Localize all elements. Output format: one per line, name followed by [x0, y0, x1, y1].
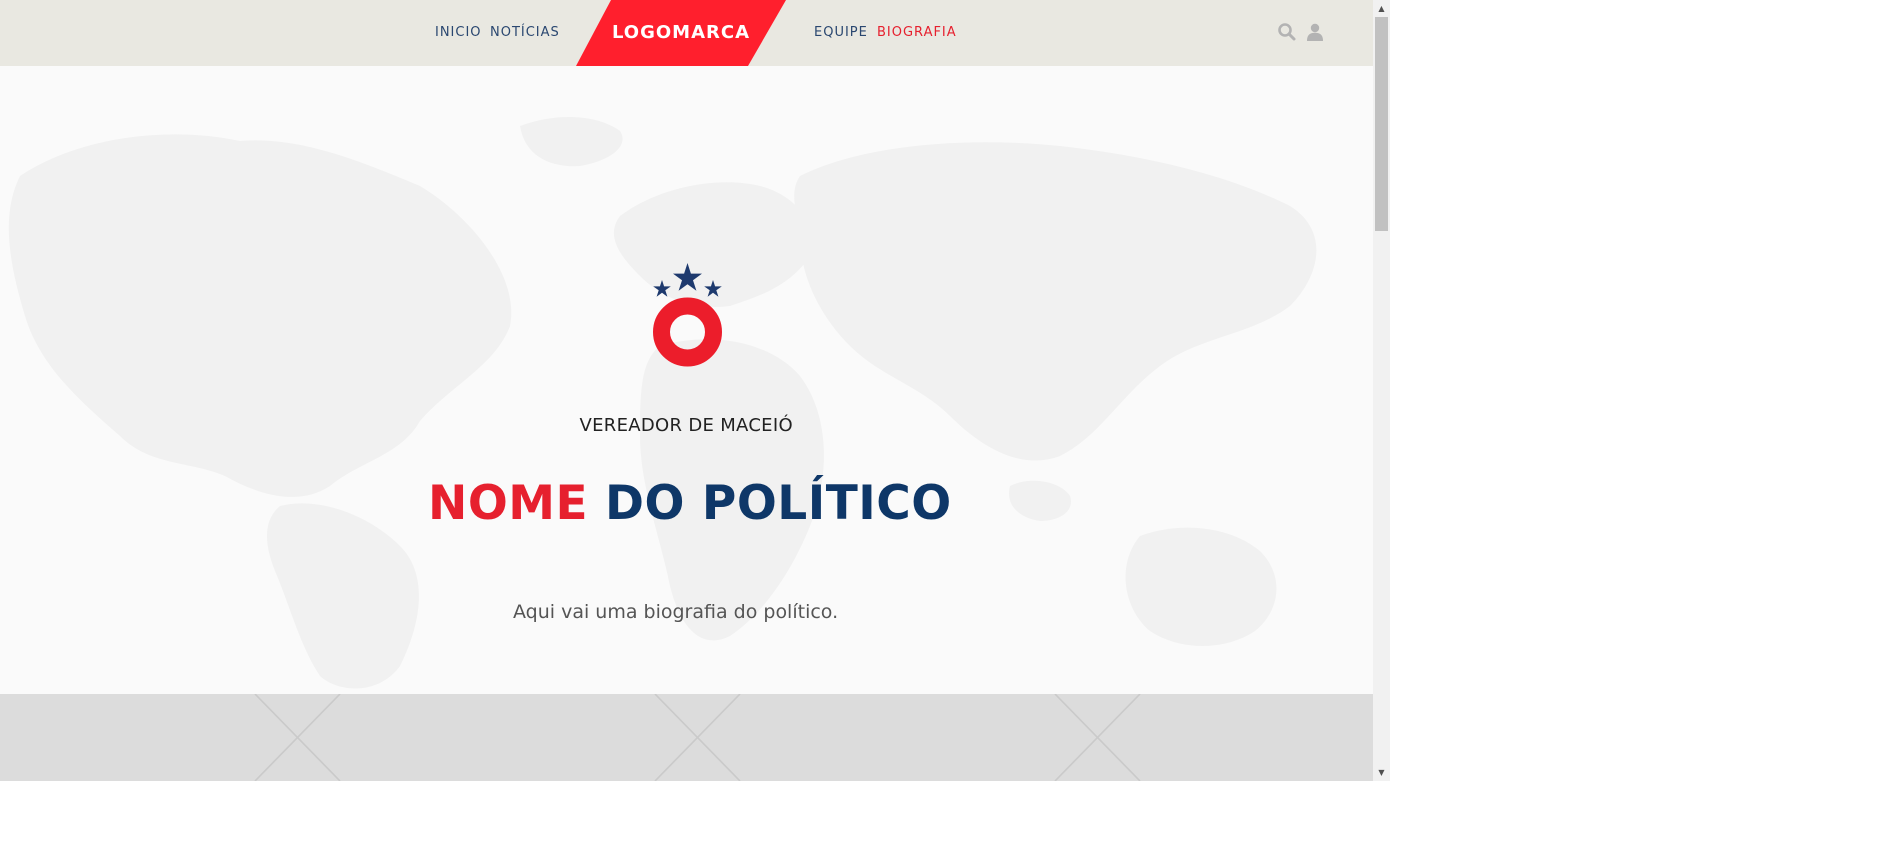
logo-text: LOGOMARCA	[611, 22, 751, 43]
star-icon	[653, 280, 671, 297]
search-icon[interactable]	[1277, 22, 1297, 42]
site-header: INICIO NOTÍCIAS LOGOMARCA EQUIPE BIOGRAF…	[0, 0, 1373, 66]
ring-icon	[653, 297, 722, 367]
world-map-background	[8, 116, 1317, 689]
nav-inicio[interactable]: INICIO	[435, 25, 482, 40]
decorative-band	[0, 694, 1373, 781]
bio-text: Aqui vai uma biografia do político.	[513, 601, 839, 623]
browser-viewport: INICIO NOTÍCIAS LOGOMARCA EQUIPE BIOGRAF…	[0, 0, 1373, 781]
nav-biografia[interactable]: BIOGRAFIA	[877, 25, 957, 40]
subtitle-text: VEREADOR DE MACEIÓ	[579, 415, 793, 436]
scrollbar-thumb[interactable]	[1375, 17, 1388, 231]
logo[interactable]: LOGOMARCA	[576, 0, 786, 66]
star-icon	[673, 263, 702, 291]
hero-section: VEREADOR DE MACEIÓ NOME DO POLÍTICO Aqui…	[0, 66, 1373, 694]
nav-equipe[interactable]: EQUIPE	[814, 25, 868, 40]
user-icon[interactable]	[1305, 22, 1325, 42]
band-pattern	[254, 694, 1141, 781]
nav-noticias[interactable]: NOTÍCIAS	[490, 25, 560, 40]
scroll-down-arrow-icon[interactable]: ▼	[1373, 764, 1390, 781]
politician-name: NOME DO POLÍTICO	[428, 476, 951, 531]
name-first: NOME	[428, 476, 589, 531]
scroll-up-arrow-icon[interactable]: ▲	[1373, 0, 1390, 17]
vertical-scrollbar[interactable]: ▲ ▼	[1373, 0, 1390, 781]
name-rest: DO POLÍTICO	[605, 476, 952, 531]
star-icon	[704, 280, 722, 297]
emblem	[653, 263, 722, 367]
